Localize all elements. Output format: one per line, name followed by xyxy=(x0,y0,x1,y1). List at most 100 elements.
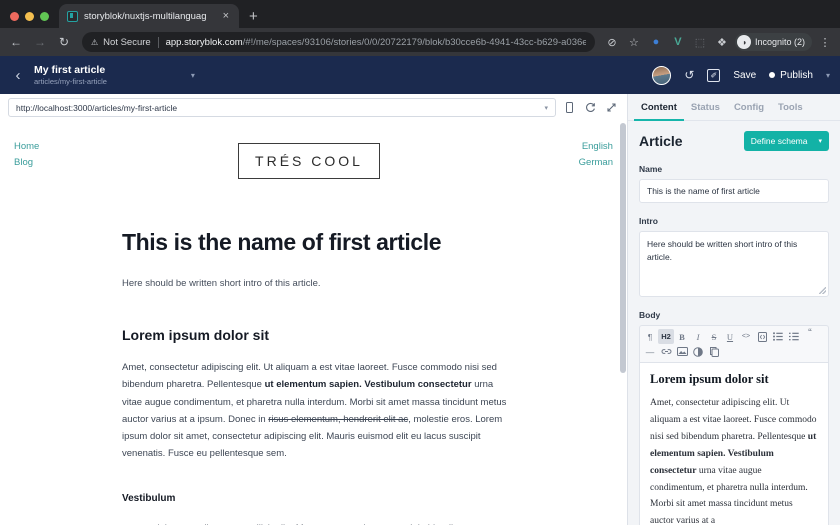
resize-handle[interactable] xyxy=(819,287,826,294)
paste-icon[interactable] xyxy=(706,344,722,359)
ordered-list-icon[interactable] xyxy=(786,329,802,344)
site-header: Home Blog TRÉS COOL English German xyxy=(0,121,627,179)
extensions-puzzle-icon[interactable]: ❖ xyxy=(713,33,731,51)
save-button[interactable]: Save xyxy=(733,70,756,81)
back-button[interactable]: ‹ xyxy=(6,63,30,87)
profile-label: Incognito (2) xyxy=(754,37,805,47)
heading-h2-icon[interactable]: H2 xyxy=(658,329,674,344)
browser-window: storyblok/nuxtjs-multilanguag × + ← → ↻ … xyxy=(0,0,840,525)
article-paragraph-2: tempor dolor nec odio rutrum sollicitudi… xyxy=(122,520,507,525)
publish-label: Publish xyxy=(780,69,813,81)
article-body: This is the name of first article Here s… xyxy=(0,179,627,525)
breadcrumb: My first article articles/my-first-artic… xyxy=(34,64,107,86)
horizontal-rule-icon[interactable]: — xyxy=(642,344,658,359)
preview-content: Home Blog TRÉS COOL English German This … xyxy=(0,121,627,525)
article-intro: Here should be written short intro of th… xyxy=(122,278,321,289)
dashed-square-icon[interactable]: ⬚ xyxy=(691,33,709,51)
extension-blue-icon[interactable]: ● xyxy=(647,33,665,51)
app-body: http://localhost:3000/articles/my-first-… xyxy=(0,94,840,525)
browser-tab-title: storyblok/nuxtjs-multilanguag xyxy=(84,10,207,22)
app-header: ‹ My first article articles/my-first-art… xyxy=(0,56,840,94)
site-logo[interactable]: TRÉS COOL xyxy=(238,143,380,179)
chevron-down-icon[interactable]: ▾ xyxy=(544,104,548,112)
preview-iframe[interactable]: Home Blog TRÉS COOL English German This … xyxy=(0,121,627,525)
sidebar-header-row: Article Define schema ▾ xyxy=(639,131,829,151)
publish-chevron-down-icon[interactable]: ▾ xyxy=(826,71,830,80)
tab-status[interactable]: Status xyxy=(684,94,727,121)
language-link-german[interactable]: German xyxy=(579,157,613,168)
define-schema-label: Define schema xyxy=(750,136,808,146)
preview-url-input[interactable]: http://localhost:3000/articles/my-first-… xyxy=(8,98,556,117)
component-title: Article xyxy=(639,133,683,149)
define-schema-button[interactable]: Define schema ▾ xyxy=(743,131,829,151)
vimium-v-icon[interactable]: V xyxy=(669,33,687,51)
richtext-paragraph: Amet, consectetur adipiscing elit. Ut al… xyxy=(650,395,818,525)
code-icon[interactable]: <> xyxy=(738,329,754,344)
warning-icon: ⚠ xyxy=(91,37,99,47)
eye-slash-icon[interactable]: ⊘ xyxy=(603,33,621,51)
header-actions: ↺ ✐ Save Publish ▾ xyxy=(652,65,830,85)
image-icon[interactable] xyxy=(674,344,690,359)
blockquote-icon[interactable]: “ xyxy=(802,328,818,344)
close-window-button[interactable] xyxy=(10,12,19,21)
address-bar[interactable]: ⚠ Not Secure app.storyblok.com/#!/me/spa… xyxy=(82,32,595,52)
paragraph-icon[interactable]: ¶ xyxy=(642,329,658,344)
reload-icon[interactable]: ↻ xyxy=(54,32,74,52)
italic-icon[interactable]: I xyxy=(690,329,706,344)
article-heading-3: Vestibulum xyxy=(122,492,176,504)
close-icon[interactable]: × xyxy=(221,10,231,22)
user-avatar[interactable] xyxy=(652,65,672,85)
new-tab-button[interactable]: + xyxy=(239,9,266,28)
preview-toolbar: http://localhost:3000/articles/my-first-… xyxy=(0,94,627,121)
chevron-down-icon[interactable]: ▾ xyxy=(191,71,195,80)
edit-icon[interactable]: ✐ xyxy=(707,68,721,82)
publish-status-dot xyxy=(769,72,776,78)
minimize-window-button[interactable] xyxy=(25,12,34,21)
page-slug: articles/my-first-article xyxy=(34,77,107,87)
device-preview-icon[interactable] xyxy=(562,100,577,115)
code-block-icon[interactable] xyxy=(754,329,770,344)
window-traffic-lights xyxy=(8,12,59,28)
forward-icon[interactable]: → xyxy=(30,32,50,52)
bold-icon[interactable]: B xyxy=(674,329,690,344)
url-host: app.storyblok.com xyxy=(165,36,243,48)
browser-toolbar: ← → ↻ ⚠ Not Secure app.storyblok.com/#!/… xyxy=(0,28,840,56)
tab-content[interactable]: Content xyxy=(634,94,684,121)
refresh-icon[interactable] xyxy=(583,100,598,115)
article-paragraph-1: Amet, consectetur adipiscing elit. Ut al… xyxy=(122,359,507,463)
nav-link-home[interactable]: Home xyxy=(14,141,39,152)
address-bar-url: app.storyblok.com/#!/me/spaces/93106/sto… xyxy=(166,37,586,48)
expand-icon[interactable] xyxy=(604,100,619,115)
nav-link-blog[interactable]: Blog xyxy=(14,157,39,168)
article-heading-2: Lorem ipsum dolor sit xyxy=(122,327,270,343)
tab-tools[interactable]: Tools xyxy=(771,94,810,121)
tab-config[interactable]: Config xyxy=(727,94,771,121)
history-icon[interactable]: ↺ xyxy=(684,68,694,82)
underline-icon[interactable]: U xyxy=(722,329,738,344)
browser-menu-icon[interactable]: ⋮ xyxy=(816,33,834,51)
component-icon[interactable] xyxy=(690,344,706,359)
publish-button[interactable]: Publish xyxy=(769,70,813,81)
language-link-english[interactable]: English xyxy=(582,141,613,152)
back-icon[interactable]: ← xyxy=(6,32,26,52)
avatar: ◑ xyxy=(736,35,751,49)
url-path: /#!/me/spaces/93106/stories/0/0/20722179… xyxy=(242,36,586,48)
body-field-label: Body xyxy=(639,310,661,320)
article-title: This is the name of first article xyxy=(122,229,442,255)
browser-tab[interactable]: storyblok/nuxtjs-multilanguag × xyxy=(59,4,239,28)
page-title: My first article xyxy=(34,63,106,76)
intro-textarea[interactable]: Here should be written short intro of th… xyxy=(639,231,829,297)
richtext-editor[interactable]: Lorem ipsum dolor sit Amet, consectetur … xyxy=(639,362,829,525)
strikethrough-icon[interactable]: S xyxy=(706,329,722,344)
preview-scrollbar-thumb[interactable] xyxy=(620,123,626,373)
maximize-window-button[interactable] xyxy=(40,12,49,21)
intro-field-label: Intro xyxy=(639,216,658,226)
chevron-down-icon: ▾ xyxy=(818,138,822,145)
bookmark-star-icon[interactable]: ☆ xyxy=(625,33,643,51)
name-input[interactable]: This is the name of first article xyxy=(639,179,829,203)
link-icon[interactable] xyxy=(658,344,674,359)
preview-scrollbar[interactable] xyxy=(620,123,626,523)
bullet-list-icon[interactable] xyxy=(770,329,786,344)
incognito-profile-button[interactable]: ◑ Incognito (2) xyxy=(734,33,812,51)
content-sidebar: Content Status Config Tools Article Defi… xyxy=(628,94,840,525)
